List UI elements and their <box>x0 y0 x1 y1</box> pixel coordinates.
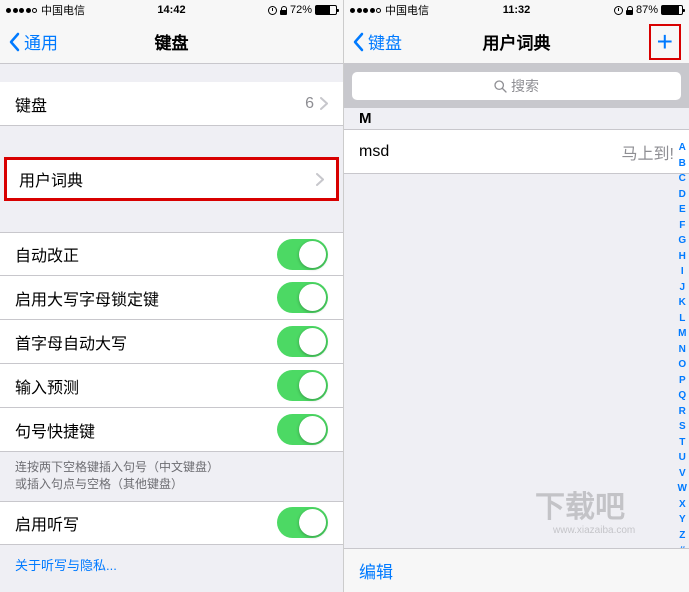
keyboards-count: 6 <box>305 95 314 113</box>
user-dictionary-screen: 中国电信 11:32 87% 键盘 用户词典 + 搜索 M msd 马上到! A… <box>344 0 689 592</box>
alpha-index-letter[interactable]: C <box>678 171 687 187</box>
signal-strength-icon <box>6 8 37 13</box>
alpha-index-letter[interactable]: X <box>678 497 687 513</box>
back-label: 通用 <box>24 29 58 54</box>
row-label: 启用听写 <box>15 511 277 535</box>
row-label: 首字母自动大写 <box>15 330 277 354</box>
search-icon <box>494 80 507 93</box>
settings-keyboard-screen: 中国电信 14:42 72% 通用 键盘 键盘 6 用户词典 自动改正 <box>0 0 344 592</box>
row-label: 键盘 <box>15 92 305 116</box>
keyboards-row[interactable]: 键盘 6 <box>0 82 343 126</box>
alpha-index-letter[interactable]: O <box>678 357 687 373</box>
search-placeholder: 搜索 <box>511 76 539 96</box>
chevron-left-icon <box>352 32 364 52</box>
clock: 11:32 <box>503 4 531 16</box>
auto-capitalization-row: 首字母自动大写 <box>0 320 343 364</box>
alpha-index-letter[interactable]: Q <box>678 388 687 404</box>
auto-correction-row: 自动改正 <box>0 232 343 276</box>
caps-lock-row: 启用大写字母锁定键 <box>0 276 343 320</box>
nav-bar: 键盘 用户词典 + <box>344 20 689 64</box>
back-button[interactable]: 键盘 <box>352 29 402 54</box>
svg-text:下载吧: 下载吧 <box>535 491 625 524</box>
alarm-icon <box>268 6 277 15</box>
entry-shortcut: msd <box>359 143 622 161</box>
carrier-label: 中国电信 <box>385 2 429 18</box>
alpha-index-letter[interactable]: J <box>678 280 687 296</box>
row-label: 用户词典 <box>19 167 316 191</box>
row-label: 句号快捷键 <box>15 418 277 442</box>
dictation-toggle[interactable] <box>277 507 328 538</box>
period-shortcut-toggle[interactable] <box>277 414 328 445</box>
battery-percent: 72% <box>290 4 312 16</box>
bottom-toolbar: 编辑 <box>344 548 689 592</box>
alpha-index-letter[interactable]: F <box>678 218 687 234</box>
chevron-right-icon <box>320 97 328 110</box>
status-bar: 中国电信 11:32 87% <box>344 0 689 20</box>
nav-title: 键盘 <box>155 29 189 54</box>
auto-capitalization-toggle[interactable] <box>277 326 328 357</box>
dictation-privacy-link[interactable]: 关于听写与隐私... <box>0 545 343 584</box>
nav-title: 用户词典 <box>483 29 551 54</box>
period-shortcut-row: 句号快捷键 <box>0 408 343 452</box>
alarm-icon <box>614 6 623 15</box>
watermark: 下载吧www.xiazaiba.com <box>535 479 685 544</box>
alpha-index-letter[interactable]: I <box>678 264 687 280</box>
caps-lock-toggle[interactable] <box>277 282 328 313</box>
predictive-toggle[interactable] <box>277 370 328 401</box>
plus-icon: + <box>657 26 673 57</box>
alpha-index-letter[interactable]: M <box>678 326 687 342</box>
alpha-index-letter[interactable]: W <box>678 481 687 497</box>
battery-icon <box>661 5 683 15</box>
pinyin-section-header: 拼音 <box>0 584 343 592</box>
alpha-index-letter[interactable]: P <box>678 373 687 389</box>
clock: 14:42 <box>157 4 185 16</box>
back-label: 键盘 <box>368 29 402 54</box>
carrier-label: 中国电信 <box>41 2 85 18</box>
user-dictionary-row[interactable]: 用户词典 <box>4 157 339 201</box>
alpha-index-letter[interactable]: R <box>678 404 687 420</box>
alpha-index-letter[interactable]: Z <box>678 528 687 544</box>
alpha-index-letter[interactable]: Y <box>678 512 687 528</box>
row-label: 自动改正 <box>15 242 277 266</box>
predictive-row: 输入预测 <box>0 364 343 408</box>
section-index-m: M <box>344 108 689 130</box>
battery-icon <box>315 5 337 15</box>
svg-text:www.xiazaiba.com: www.xiazaiba.com <box>552 525 635 536</box>
signal-strength-icon <box>350 8 381 13</box>
alpha-index-letter[interactable]: S <box>678 419 687 435</box>
dictation-row: 启用听写 <box>0 501 343 545</box>
chevron-right-icon <box>316 173 324 186</box>
alpha-index-letter[interactable]: L <box>678 311 687 327</box>
alpha-index-letter[interactable]: E <box>678 202 687 218</box>
back-button[interactable]: 通用 <box>8 29 58 54</box>
battery-percent: 87% <box>636 4 658 16</box>
edit-button[interactable]: 编辑 <box>359 558 393 583</box>
alpha-index-letter[interactable]: B <box>678 156 687 172</box>
orientation-lock-icon <box>626 6 633 15</box>
auto-correction-toggle[interactable] <box>277 239 328 270</box>
chevron-left-icon <box>8 32 20 52</box>
alpha-index-letter[interactable]: A <box>678 140 687 156</box>
search-bar-container: 搜索 <box>344 64 689 108</box>
alpha-index[interactable]: ABCDEFGHIJKLMNOPQRSTUVWXYZ# <box>678 140 687 559</box>
nav-bar: 通用 键盘 <box>0 20 343 64</box>
alpha-index-letter[interactable]: U <box>678 450 687 466</box>
orientation-lock-icon <box>280 6 287 15</box>
alpha-index-letter[interactable]: K <box>678 295 687 311</box>
alpha-index-letter[interactable]: D <box>678 187 687 203</box>
alpha-index-letter[interactable]: H <box>678 249 687 265</box>
search-input[interactable]: 搜索 <box>352 72 681 100</box>
alpha-index-letter[interactable]: G <box>678 233 687 249</box>
alpha-index-letter[interactable]: N <box>678 342 687 358</box>
row-label: 启用大写字母锁定键 <box>15 286 277 310</box>
dictionary-entry[interactable]: msd 马上到! <box>344 130 689 174</box>
period-shortcut-note: 连按两下空格键插入句号（中文键盘） 或插入句点与空格（其他键盘） <box>0 452 343 501</box>
alpha-index-letter[interactable]: T <box>678 435 687 451</box>
entry-phrase: 马上到! <box>622 140 674 164</box>
row-label: 输入预测 <box>15 374 277 398</box>
alpha-index-letter[interactable]: V <box>678 466 687 482</box>
add-entry-button[interactable]: + <box>649 24 681 60</box>
status-bar: 中国电信 14:42 72% <box>0 0 343 20</box>
